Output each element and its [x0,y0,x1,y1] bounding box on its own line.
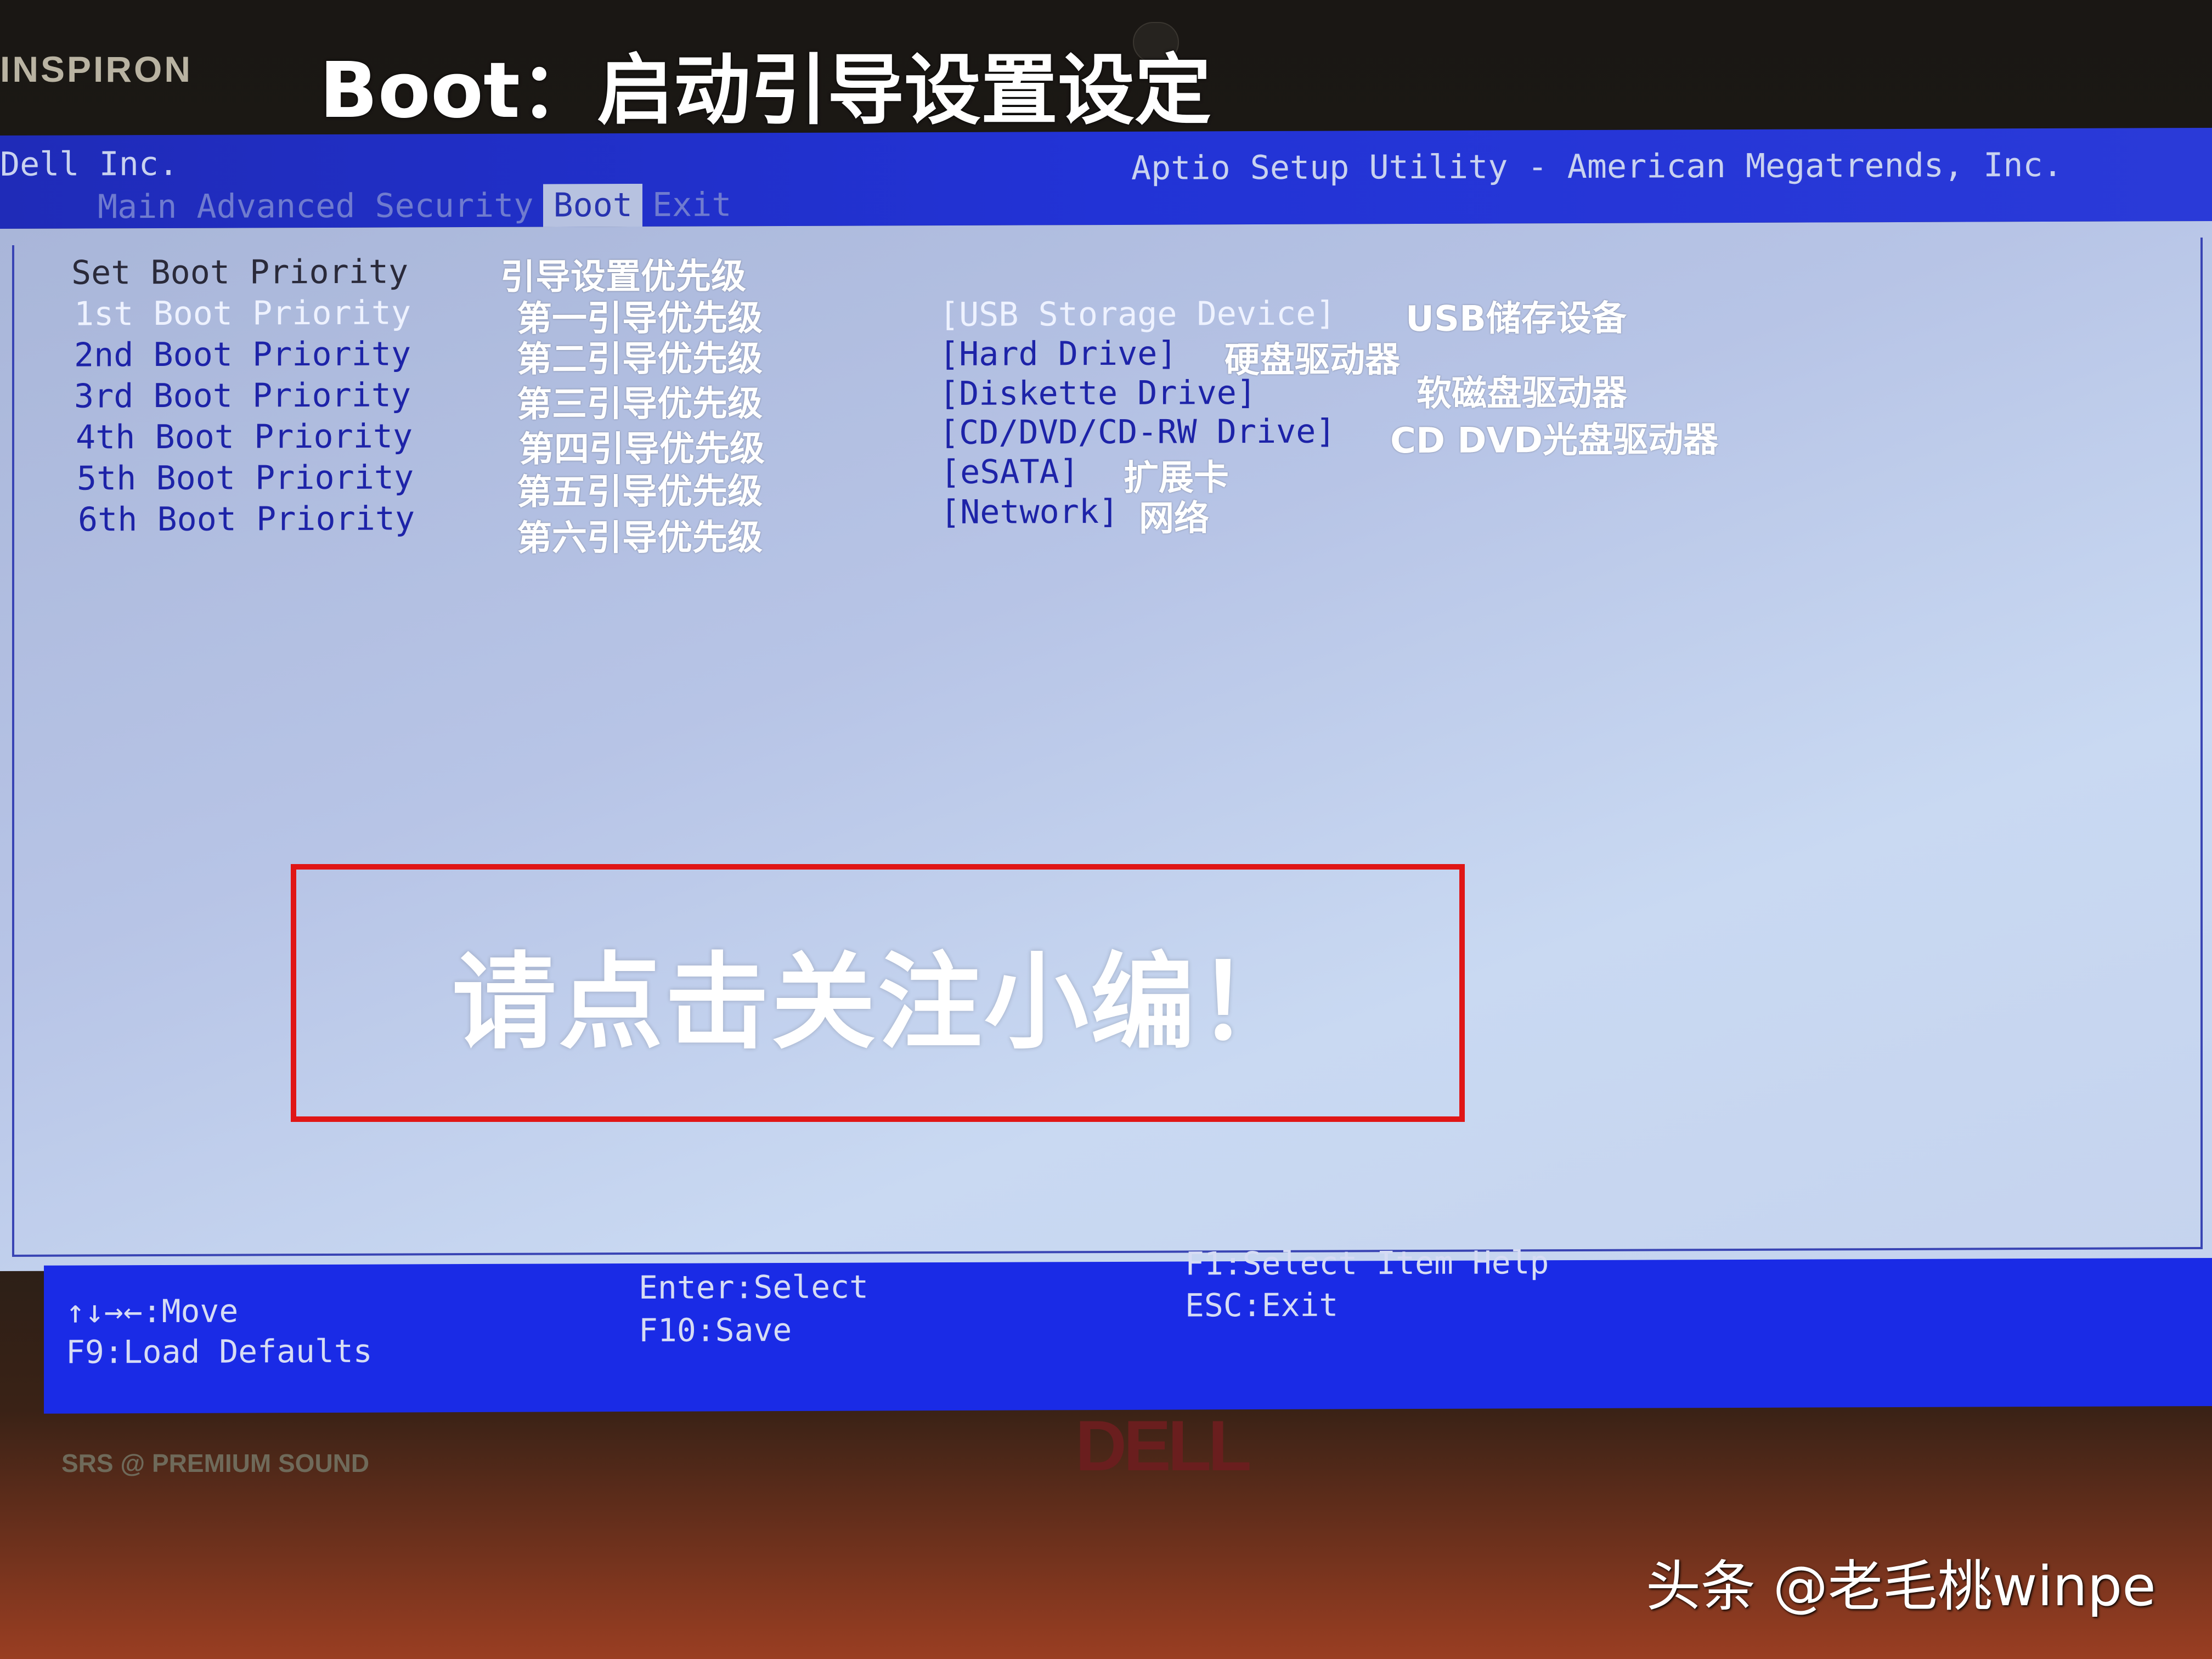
tab-security[interactable]: Security [365,184,543,228]
bios-header: Dell Inc. Aptio Setup Utility - American… [0,127,2212,229]
dell-logo: DELL [1075,1406,1251,1486]
priority-label: 2nd Boot Priority [74,335,411,375]
srs-premium-sound-label: SRS @ PREMIUM SOUND [61,1449,370,1477]
value-annotation: CD DVD光盘驱动器 [1390,420,1719,462]
value-annotation: 网络 [1139,498,1209,539]
priority-value: [eSATA] [940,453,1079,492]
value-annotation: 软磁盘驱动器 [1417,373,1627,415]
watermark: 头条 @老毛桃winpe [1646,1554,2156,1618]
bios-screen: Dell Inc. Aptio Setup Utility - American… [0,127,2212,1414]
boot-priority-row-4[interactable]: 4th Boot Priority [76,417,413,456]
follow-notice-box: 请点击关注小编！ [291,864,1465,1122]
hint-move: ↑↓→←:Move [66,1292,239,1330]
priority-label: 3rd Boot Priority [74,376,411,416]
key-hints-bar: ↑↓→←:Move F9:Load Defaults Enter:Select … [44,1244,2212,1414]
tab-boot[interactable]: Boot [543,183,642,227]
priority-value: [Hard Drive] [939,334,1177,374]
overlay-title: Boot：启动引导设置设定 [319,46,1211,136]
hint-save: F10:Save [639,1311,792,1349]
priority-annotation: 第二引导优先级 [517,338,763,380]
inspiron-brand-label: INSPIRON [0,49,193,89]
tab-bar: Main Advanced Security Boot Exit [88,183,741,228]
boot-priority-row-6[interactable]: 6th Boot Priority [78,499,415,539]
hint-item-help: F1:Select Item Help [1185,1244,1549,1283]
boot-priority-value-4[interactable]: [CD/DVD/CD-RW Drive] [939,413,1335,453]
priority-annotation: 第三引导优先级 [517,383,763,425]
boot-priority-value-6[interactable]: [Network] [940,493,1119,532]
priority-label: 4th Boot Priority [76,417,413,457]
boot-priority-value-3[interactable]: [Diskette Drive] [939,374,1256,413]
boot-priority-row-2[interactable]: 2nd Boot Priority [74,335,411,374]
follow-notice-text: 请点击关注小编！ [452,941,1304,1063]
hint-exit: ESC:Exit [1185,1286,1339,1324]
boot-priority-row-5[interactable]: 5th Boot Priority [77,458,414,498]
boot-priority-value-2[interactable]: [Hard Drive] [939,335,1177,374]
vendor-label: Dell Inc. [0,144,179,184]
priority-label: 6th Boot Priority [78,499,415,539]
priority-annotation: 第五引导优先级 [517,471,763,513]
hint-enter-select: Enter:Select [639,1268,869,1306]
priority-value: [Network] [940,492,1119,532]
section-header-row: Set Boot Priority [71,252,408,292]
utility-title: Aptio Setup Utility - American Megatrend… [1131,145,2063,188]
priority-value: [CD/DVD/CD-RW Drive] [939,412,1336,453]
priority-value: [Diskette Drive] [939,374,1256,414]
section-header-label: Set Boot Priority [71,252,409,292]
boot-priority-row-1[interactable]: 1st Boot Priority [74,294,411,333]
boot-priority-value-5[interactable]: [eSATA] [940,453,1079,492]
priority-annotation: 第六引导优先级 [517,517,763,559]
hint-load-defaults: F9:Load Defaults [66,1332,373,1371]
boot-priority-row-3[interactable]: 3rd Boot Priority [74,376,411,415]
tab-exit[interactable]: Exit [642,183,742,227]
priority-value: [USB Storage Device] [939,294,1336,335]
priority-label: 1st Boot Priority [74,294,411,334]
tab-advanced[interactable]: Advanced [187,185,365,228]
priority-label: 5th Boot Priority [77,458,414,498]
tab-main[interactable]: Main [88,185,187,229]
boot-priority-value-1[interactable]: [USB Storage Device] [939,295,1335,335]
value-annotation: USB储存设备 [1406,298,1627,340]
